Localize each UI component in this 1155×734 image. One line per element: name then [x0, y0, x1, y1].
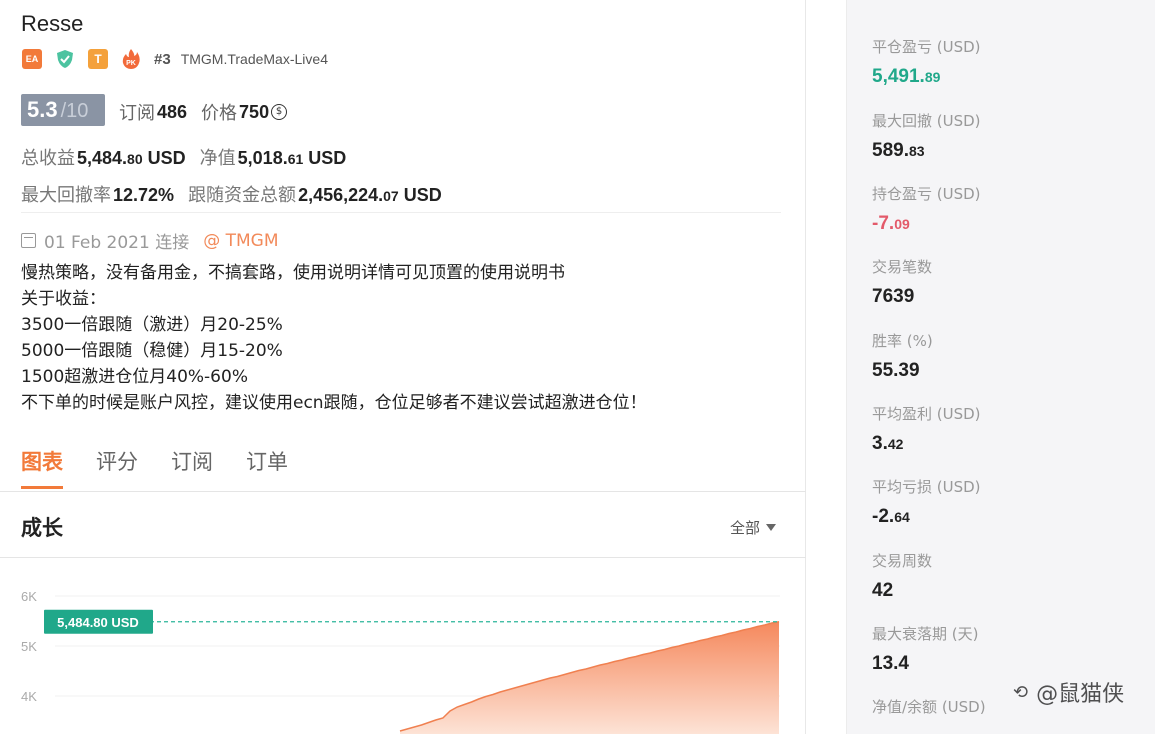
since-line: 01 Feb 2021 连接 @ TMGM	[21, 228, 279, 253]
current-value-label: 5,484.80 USD	[57, 615, 139, 630]
coin-icon: $	[271, 104, 288, 120]
tab-rating[interactable]: 评分	[96, 446, 138, 489]
total-profit-value: 5,484.80 USD	[77, 148, 186, 168]
stat-item: 平均盈利 (USD) 3.42	[872, 403, 981, 455]
follow-funds-label: 跟随资金总额	[188, 185, 297, 206]
stat-label: 胜率 (%)	[872, 332, 933, 350]
rating-score: 5.3	[27, 97, 58, 122]
price-label: 价格	[201, 103, 238, 124]
range-value: 全部	[730, 519, 761, 537]
rating-score-box: 5.3 /10	[21, 94, 105, 126]
strategy-description: 慢热策略，没有备用金，不搞套路，使用说明详情可见顶置的使用说明书 关于收益： 3…	[21, 260, 647, 416]
follow-funds-value: 2,456,224.07 USD	[298, 185, 442, 205]
description-line: 1500超激进仓位月40%-60%	[21, 367, 248, 387]
stat-value: 13.4	[872, 653, 909, 674]
section-divider	[0, 557, 806, 558]
broker-link[interactable]: @ TMGM	[203, 231, 278, 251]
equity-value: 5,018.61 USD	[237, 148, 347, 168]
stat-label: 平均盈利 (USD)	[872, 405, 981, 423]
stat-item: 平均亏损 (USD) -2.64	[872, 476, 981, 528]
subscription-line: 订阅 486 价格 750 $	[119, 99, 288, 125]
stat-item: 最大回撤 (USD) 589.83	[872, 110, 981, 162]
verified-shield-icon	[55, 49, 75, 69]
since-date: 01 Feb 2021 连接	[44, 233, 190, 253]
detail-tabs: 图表 评分 订阅 订单	[21, 446, 321, 489]
signal-name: Resse	[21, 11, 84, 36]
tab-chart[interactable]: 图表	[21, 446, 63, 489]
watermark-text: @鼠猫侠	[1036, 682, 1125, 707]
server-name: TMGM.TradeMax-Live4	[180, 51, 328, 67]
panel-gap	[806, 0, 846, 734]
stat-value: 589.83	[872, 140, 925, 161]
tab-orders[interactable]: 订单	[246, 446, 288, 489]
stat-label: 最大回撤 (USD)	[872, 112, 981, 130]
max-drawdown-value: 12.72%	[113, 185, 175, 205]
stat-value: 42	[872, 580, 894, 601]
description-line: 5000一倍跟随（稳健）月15-20%	[21, 341, 283, 361]
growth-chart: 6K 5K 4K 5,484.80 USD	[21, 589, 780, 734]
chevron-down-icon	[766, 524, 777, 531]
stat-item: 交易笔数 7639	[872, 256, 932, 308]
tab-subscribe[interactable]: 订阅	[171, 446, 213, 489]
stat-item: 净值/余额 (USD)	[872, 696, 986, 717]
stat-label: 平均亏损 (USD)	[872, 478, 981, 496]
tab-underline-bar	[0, 491, 806, 492]
rank-label: #3	[154, 50, 171, 68]
drawdown-row: 最大回撤率 12.72% 跟随资金总额 2,456,224.07 USD	[21, 181, 442, 207]
total-profit-label: 总收益	[21, 148, 75, 169]
subscribe-label: 订阅	[119, 103, 155, 124]
stat-item: 持仓盈亏 (USD) -7.09	[872, 183, 981, 235]
stat-item: 交易周数 42	[872, 550, 932, 602]
stat-label: 净值/余额 (USD)	[872, 698, 986, 716]
stat-item: 平仓盈亏 (USD) 5,491.89	[872, 36, 981, 88]
description-line: 关于收益：	[21, 289, 106, 309]
subscribe-count: 486	[157, 101, 188, 122]
stat-value: 5,491.89	[872, 66, 941, 87]
description-line: 不下单的时候是账户风控，建议使用ecn跟随，仓位足够者不建议尝试超激进仓位！	[21, 393, 647, 413]
ea-badge-icon: EA	[22, 49, 42, 69]
stat-label: 最大衰落期 (天)	[872, 625, 979, 643]
calendar-icon	[21, 233, 36, 248]
stat-item: 最大衰落期 (天) 13.4	[872, 623, 978, 675]
range-dropdown[interactable]: 全部	[730, 517, 777, 538]
stat-label: 持仓盈亏 (USD)	[872, 185, 981, 203]
growth-title: 成长	[21, 516, 63, 540]
stat-label: 平仓盈亏 (USD)	[872, 38, 981, 56]
max-drawdown-label: 最大回撤率	[21, 185, 111, 206]
y-tick-label: 4K	[21, 689, 37, 704]
divider	[21, 212, 781, 213]
description-line: 慢热策略，没有备用金，不搞套路，使用说明详情可见顶置的使用说明书	[21, 263, 565, 283]
stat-value: 3.42	[872, 433, 904, 454]
stat-value: -2.64	[872, 506, 910, 527]
pk-label: PK	[126, 60, 136, 67]
profit-row: 总收益 5,484.80 USD 净值 5,018.61 USD	[21, 144, 346, 170]
stat-value: 55.39	[872, 360, 920, 381]
watermark-logo-icon: ⟲	[1013, 681, 1029, 703]
growth-area	[400, 621, 779, 734]
price-value: 750	[239, 101, 270, 122]
stat-value: -7.09	[872, 213, 910, 234]
description-line: 3500一倍跟随（激进）月20-25%	[21, 315, 283, 335]
stat-value: 7639	[872, 286, 915, 307]
stat-label: 交易周数	[872, 552, 933, 570]
watermark: ⟲ @鼠猫侠	[1013, 676, 1124, 708]
y-tick-label: 6K	[21, 589, 37, 604]
pk-flame-icon: PK	[121, 49, 141, 69]
stat-item: 胜率 (%) 55.39	[872, 330, 933, 382]
rating-max: /10	[60, 100, 89, 122]
trader-badge-icon: T	[88, 49, 108, 69]
badge-row: EA T PK #3 TMGM.TradeMax-Live4	[22, 48, 328, 70]
stat-label: 交易笔数	[872, 258, 933, 276]
y-tick-label: 5K	[21, 639, 37, 654]
equity-label: 净值	[199, 148, 236, 169]
